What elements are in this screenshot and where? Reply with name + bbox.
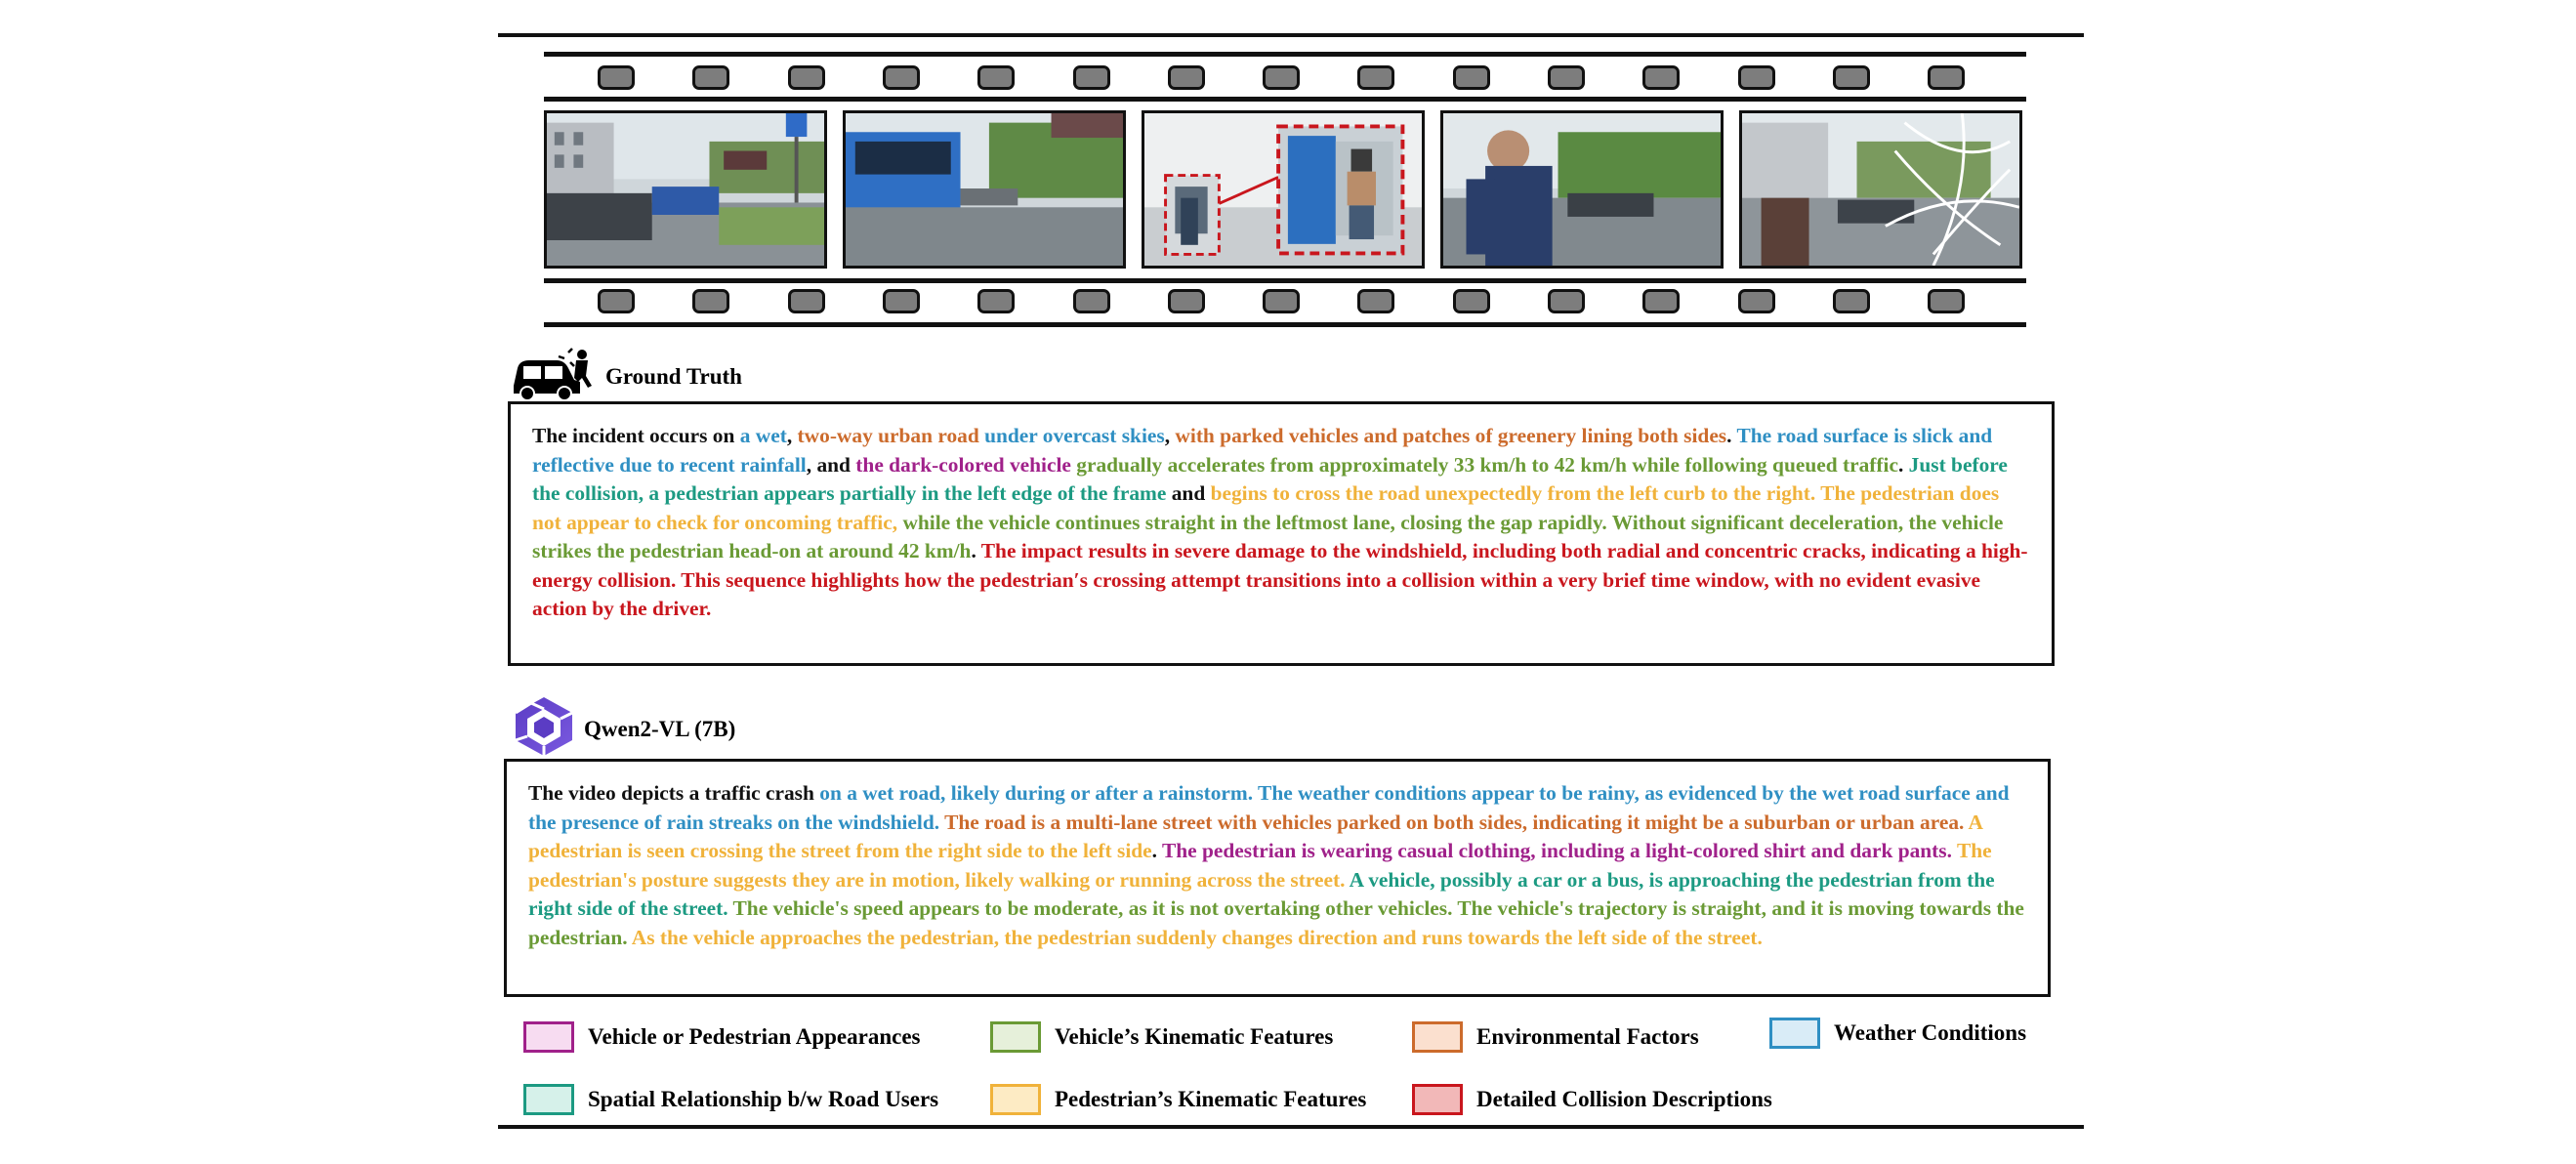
ground-truth-box: The incident occurs on a wet, two-way ur… — [508, 401, 2055, 666]
sprocket-hole — [1737, 289, 1775, 313]
film-strip — [544, 52, 2026, 327]
text-segment-env: The road is a multi-lane street with veh… — [944, 810, 1965, 834]
film-top-line — [544, 52, 2026, 57]
sprocket-hole — [598, 65, 635, 90]
text-segment-weather: a wet — [739, 424, 787, 447]
text-segment-vehicle: the dark-colored vehicle — [855, 452, 1071, 477]
text-segment-black: . — [1897, 452, 1909, 477]
text-segment-black: . — [971, 539, 981, 562]
film-frame-4 — [1440, 110, 1724, 269]
text-segment-env: with parked vehicles and patches of gree… — [1175, 424, 1727, 447]
sprocket-hole — [1072, 289, 1110, 313]
text-segment-env: two-way urban road — [797, 424, 979, 447]
legend-label: Weather Conditions — [1834, 1020, 2027, 1045]
legend-label: Detailed Collision Descriptions — [1476, 1087, 1772, 1111]
legend-swatch — [523, 1084, 574, 1115]
sprocket-hole — [882, 289, 920, 313]
sprocket-hole — [787, 65, 825, 90]
sprocket-hole — [1737, 65, 1775, 90]
text-segment-black: . — [1726, 424, 1737, 447]
text-segment-black: The video depicts a traffic crash — [528, 781, 820, 805]
text-segment-black: , and — [806, 452, 856, 477]
top-rule — [498, 33, 2084, 37]
sprocket-hole — [977, 289, 1016, 313]
sprocket-hole — [1548, 289, 1585, 313]
car-crash-icon — [508, 347, 598, 406]
legend-swatch — [990, 1021, 1041, 1053]
film-bottom-line — [544, 322, 2026, 327]
sprocket-hole — [598, 289, 635, 313]
legend-item-weather: Weather Conditions — [1769, 1018, 2026, 1049]
model-title: Qwen2-VL (7B) — [584, 716, 736, 741]
sprocket-hole — [1452, 289, 1490, 313]
sprocket-hole — [692, 65, 730, 90]
legend-label: Vehicle or Pedestrian Appearances — [588, 1024, 921, 1049]
sprocket-hole — [1642, 289, 1681, 313]
legend-label: Vehicle’s Kinematic Features — [1055, 1024, 1334, 1049]
text-segment-black: , — [1164, 424, 1176, 447]
sprocket-hole — [1928, 289, 1966, 313]
model-header: Qwen2-VL (7B) — [512, 695, 735, 763]
legend-swatch — [523, 1021, 574, 1053]
bottom-rule — [498, 1125, 2084, 1129]
sprocket-hole — [1263, 65, 1301, 90]
sprocket-hole — [882, 65, 920, 90]
sprocket-hole — [1548, 65, 1585, 90]
sprocket-hole — [1928, 65, 1966, 90]
film-line-lower-inner — [544, 278, 2026, 283]
sprocket-hole — [1642, 65, 1681, 90]
film-line-upper-inner — [544, 97, 2026, 102]
sprocket-hole — [692, 289, 730, 313]
text-segment-black: The incident occurs on — [532, 424, 740, 447]
sprocket-hole — [1167, 65, 1205, 90]
sprocket-hole — [1263, 289, 1301, 313]
sprocket-hole — [787, 289, 825, 313]
legend-swatch — [1769, 1018, 1820, 1049]
legend-swatch — [990, 1084, 1041, 1115]
text-segment-vehicle: The pedestrian is wearing casual clothin… — [1161, 839, 1952, 862]
sprocket-row-bottom — [544, 289, 2026, 318]
film-frame-3 — [1142, 110, 1425, 269]
legend-label: Pedestrian’s Kinematic Features — [1055, 1087, 1367, 1111]
sprocket-hole — [1167, 289, 1205, 313]
sprocket-hole — [1452, 65, 1490, 90]
legend-item-spatial: Spatial Relationship b/w Road Users — [523, 1084, 938, 1115]
text-segment-kin: gradually accelerates from approximately… — [1076, 452, 1898, 477]
text-segment-black: , — [786, 424, 798, 447]
film-frame-2 — [843, 110, 1126, 269]
film-frame-1 — [544, 110, 827, 269]
legend-label: Environmental Factors — [1476, 1024, 1699, 1049]
text-segment-weather: under overcast skies — [984, 424, 1165, 447]
qwen-logo-icon — [512, 695, 576, 763]
legend-item-vehicle-kinematics: Vehicle’s Kinematic Features — [990, 1021, 1333, 1053]
sprocket-hole — [977, 65, 1016, 90]
film-frame-5 — [1739, 110, 2022, 269]
ground-truth-header: Ground Truth — [508, 347, 742, 406]
sprocket-hole — [1832, 65, 1870, 90]
legend-swatch — [1412, 1021, 1463, 1053]
text-segment-black: and — [1166, 481, 1211, 505]
legend-swatch — [1412, 1084, 1463, 1115]
sprocket-hole — [1357, 289, 1395, 313]
ground-truth-title: Ground Truth — [605, 363, 742, 389]
legend-item-pedestrian-kinematics: Pedestrian’s Kinematic Features — [990, 1084, 1366, 1115]
sprocket-hole — [1072, 65, 1110, 90]
text-segment-ped: As the vehicle approaches the pedestrian… — [631, 925, 1763, 949]
sprocket-row-top — [544, 65, 2026, 95]
legend-item-vehicle-appearance: Vehicle or Pedestrian Appearances — [523, 1021, 921, 1053]
text-segment-black: . — [1151, 839, 1162, 862]
legend-item-environmental: Environmental Factors — [1412, 1021, 1699, 1053]
sprocket-hole — [1832, 289, 1870, 313]
model-output-box: The video depicts a traffic crash on a w… — [504, 759, 2051, 997]
sprocket-hole — [1357, 65, 1395, 90]
legend-item-collision: Detailed Collision Descriptions — [1412, 1084, 1772, 1115]
legend-label: Spatial Relationship b/w Road Users — [588, 1087, 939, 1111]
